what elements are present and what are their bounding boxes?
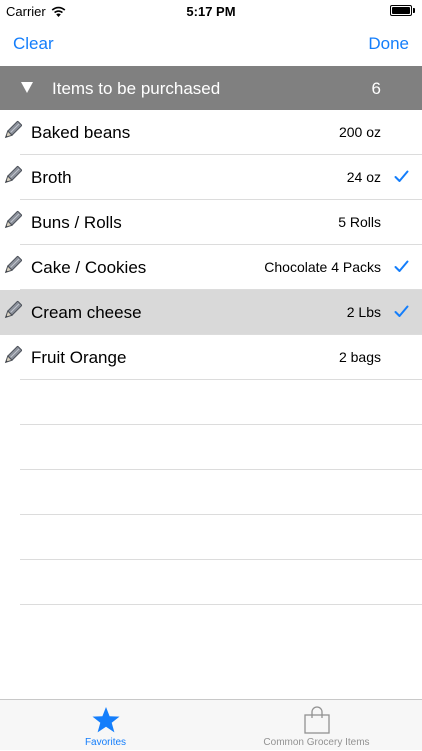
item-quantity: 24 oz xyxy=(346,169,381,185)
item-quantity: Chocolate 4 Packs xyxy=(264,259,381,275)
star-icon[interactable] xyxy=(91,705,121,735)
section-title: Items to be purchased xyxy=(52,79,221,98)
item-quantity: 200 oz xyxy=(338,124,381,140)
empty-row xyxy=(0,515,422,560)
list-item[interactable]: Cream cheese 2 Lbs xyxy=(0,290,422,335)
item-quantity: 2 Lbs xyxy=(346,304,381,320)
empty-row xyxy=(0,470,422,515)
item-name: Fruit Orange xyxy=(31,348,127,367)
status-bar: Carrier 5:17 PM xyxy=(0,0,422,22)
empty-row xyxy=(0,380,422,425)
pencil-icon[interactable] xyxy=(1,120,23,142)
pencil-icon[interactable] xyxy=(1,300,23,322)
pencil-icon[interactable] xyxy=(1,345,23,367)
checkmark-icon xyxy=(394,170,409,183)
pencil-icon[interactable] xyxy=(1,255,23,277)
empty-row xyxy=(0,560,422,605)
checkmark-icon xyxy=(394,260,409,273)
item-quantity: 5 Rolls xyxy=(338,214,381,230)
list-item[interactable]: Buns / Rolls 5 Rolls xyxy=(0,200,422,245)
section-count: 6 xyxy=(371,79,381,98)
list-item[interactable]: Fruit Orange 2 bags xyxy=(0,335,422,380)
collapse-triangle-icon[interactable] xyxy=(21,82,33,93)
item-name: Cake / Cookies xyxy=(31,258,147,277)
pencil-icon[interactable] xyxy=(1,165,23,187)
tab-common-grocery-items[interactable]: Common Grocery Items xyxy=(211,700,422,751)
section-header[interactable]: Items to be purchased 6 xyxy=(0,66,422,110)
clear-button[interactable]: Clear xyxy=(13,34,54,54)
items-list: Baked beans 200 oz Broth 24 oz Buns / Ro… xyxy=(0,110,422,380)
list-item[interactable]: Cake / Cookies Chocolate 4 Packs xyxy=(0,245,422,290)
item-name: Cream cheese xyxy=(31,303,142,322)
item-name: Buns / Rolls xyxy=(31,213,122,232)
navigation-bar: Clear Done xyxy=(0,22,422,66)
item-name: Broth xyxy=(31,168,72,187)
pencil-icon[interactable] xyxy=(1,210,23,232)
tab-bar: Favorites Common Grocery Items xyxy=(0,699,422,750)
tab-label: Common Grocery Items xyxy=(263,737,370,748)
done-button[interactable]: Done xyxy=(368,34,409,54)
empty-rows xyxy=(0,380,422,605)
tab-favorites[interactable]: Favorites xyxy=(0,700,211,751)
tab-label: Favorites xyxy=(84,737,127,748)
list-item[interactable]: Baked beans 200 oz xyxy=(0,110,422,155)
shopping-bag-icon[interactable] xyxy=(302,705,332,735)
status-time: 5:17 PM xyxy=(186,4,236,19)
battery-icon xyxy=(390,5,416,16)
item-name: Baked beans xyxy=(31,123,131,142)
empty-row xyxy=(0,425,422,470)
checkmark-icon xyxy=(394,305,409,318)
item-quantity: 2 bags xyxy=(338,349,381,365)
list-item[interactable]: Broth 24 oz xyxy=(0,155,422,200)
